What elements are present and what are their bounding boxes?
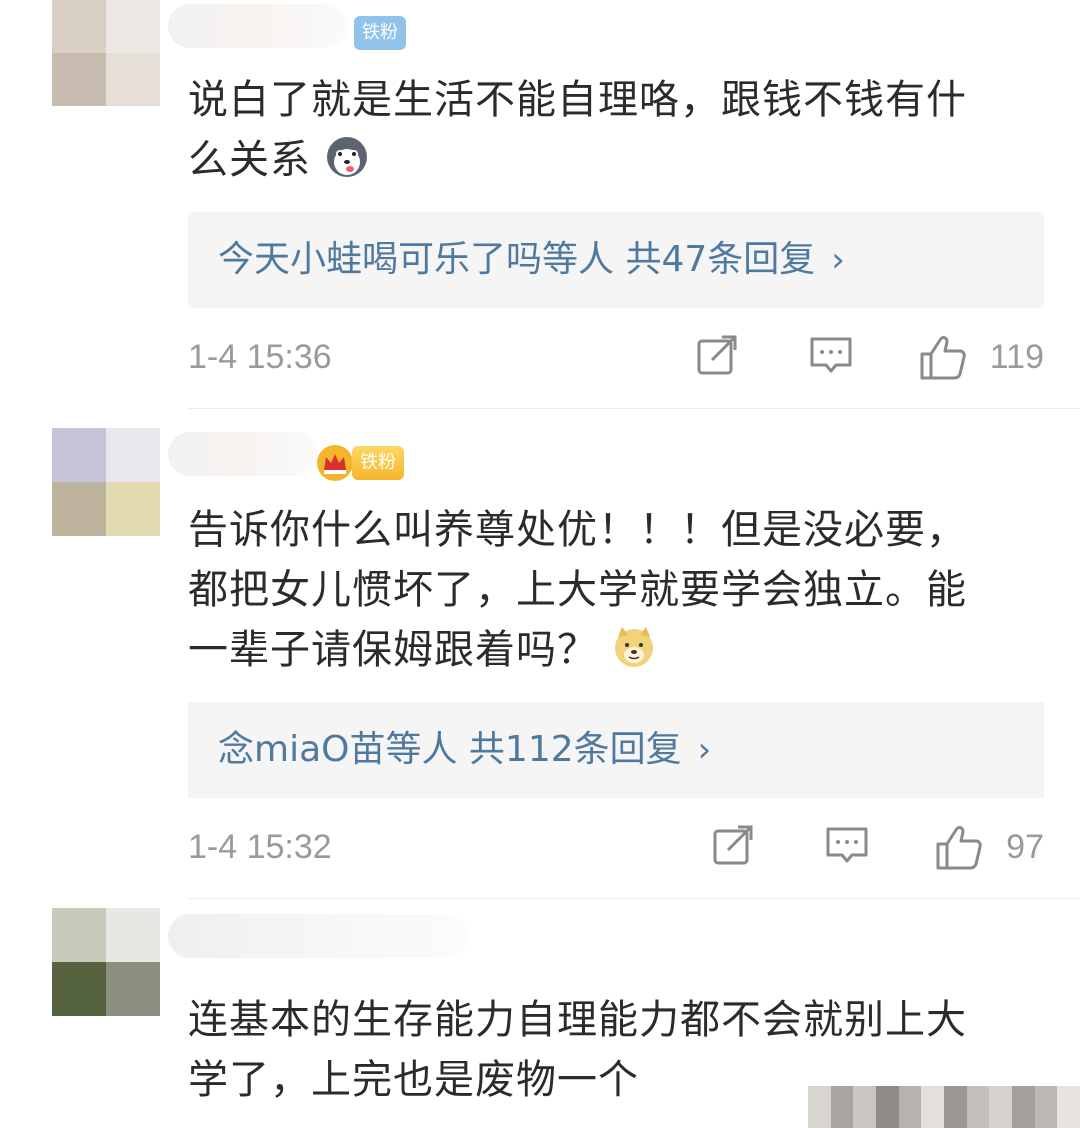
username-blurred[interactable] [168,914,468,958]
comment-item: 连基本的生存能力自理能力都不会就别上大 学了，上完也是废物一个 [0,0,1080,1128]
blurred-watermark [808,1086,1080,1128]
comment-text-line: 连基本的生存能力自理能力都不会就别上大 [188,997,967,1043]
avatar[interactable] [52,908,160,1016]
comment-text-line: 学了，上完也是废物一个 [188,1057,639,1103]
